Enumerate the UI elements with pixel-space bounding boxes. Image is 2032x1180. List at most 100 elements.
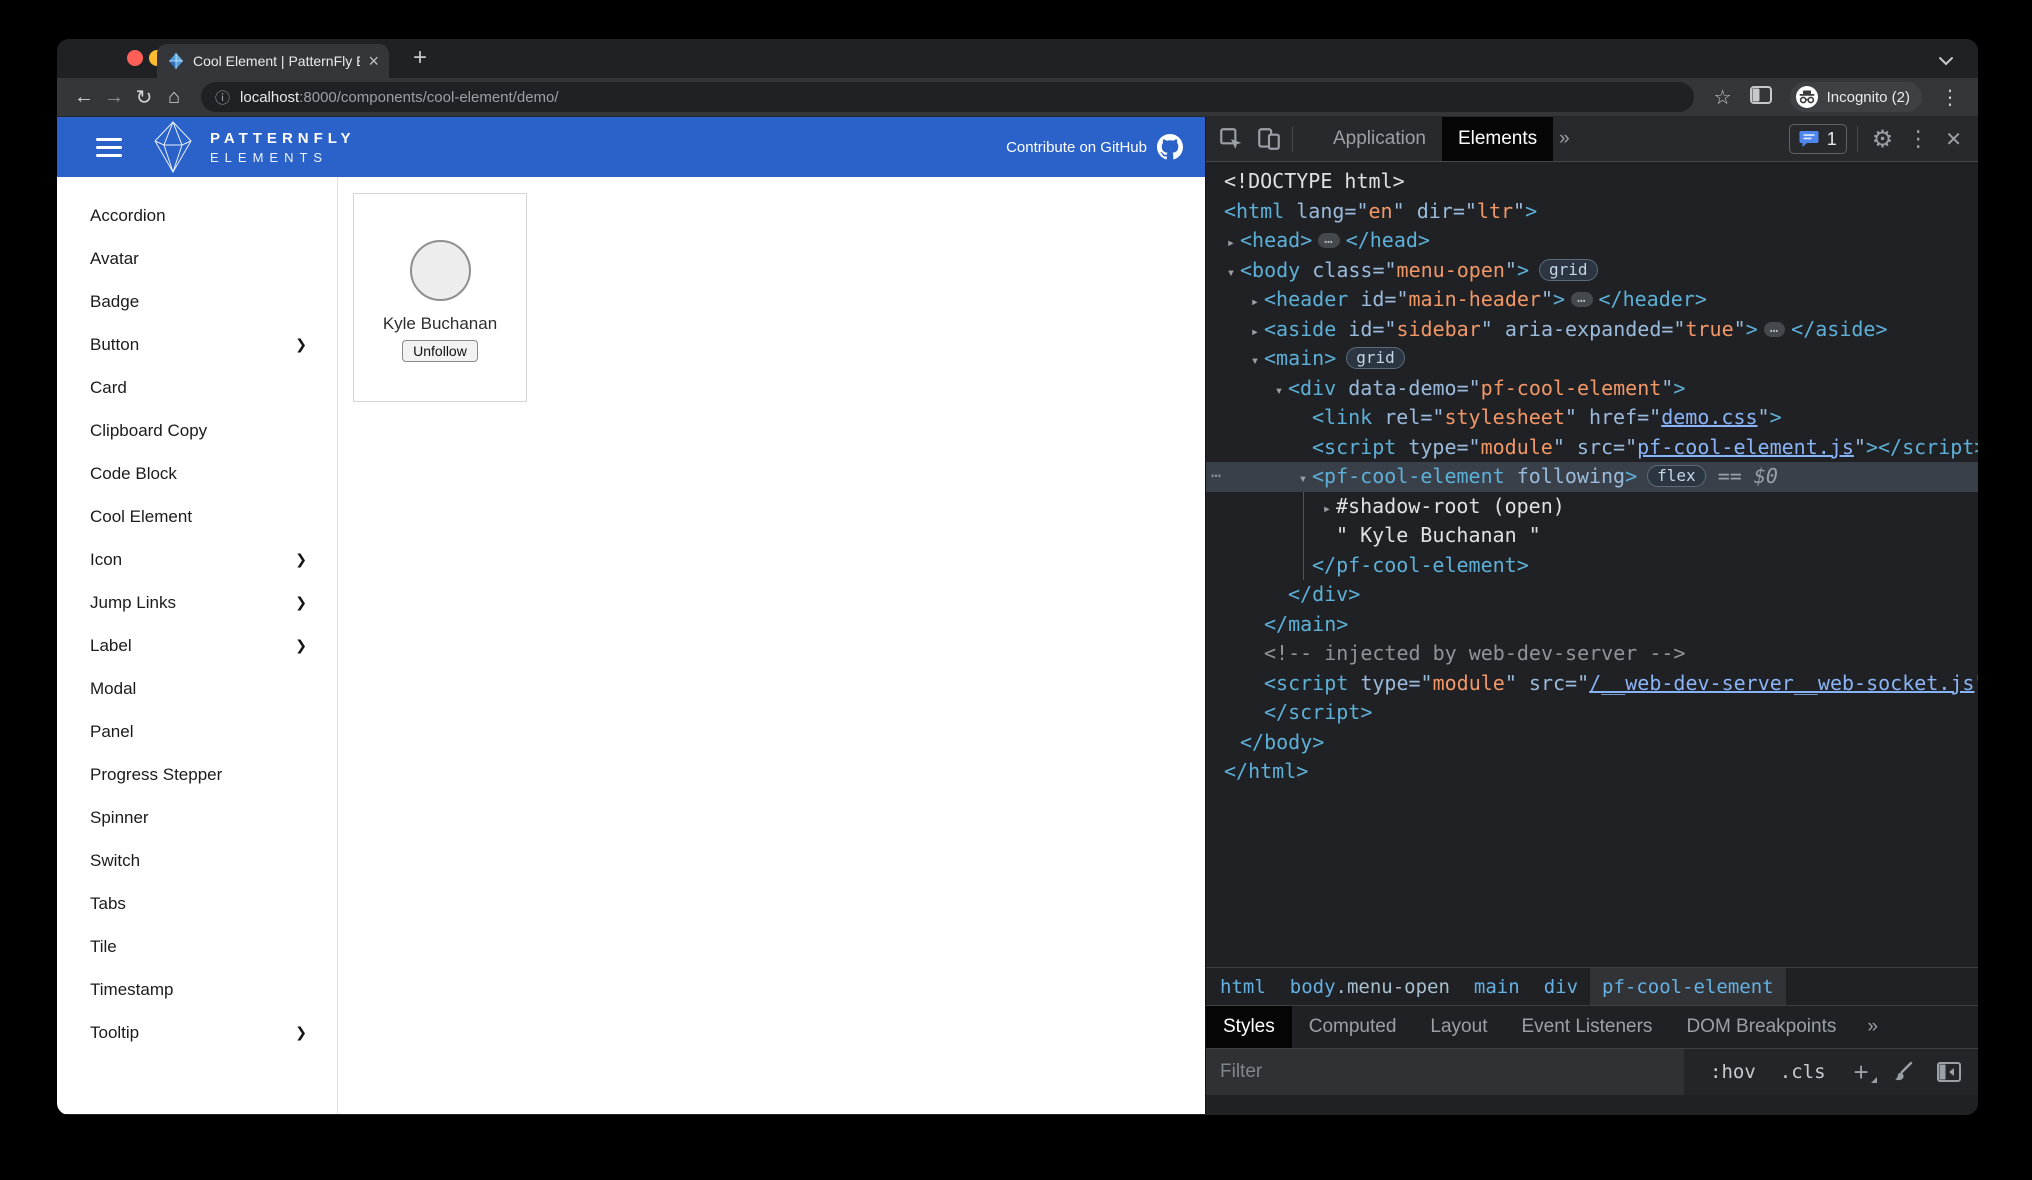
sidebar-item-label: Switch: [90, 851, 140, 871]
tree-disclosure-icon[interactable]: ▸: [1246, 318, 1264, 348]
tree-disclosure-icon[interactable]: ▾: [1294, 465, 1312, 495]
dom-tree-line-19[interactable]: </body>: [1206, 728, 1978, 758]
toggle-class-button[interactable]: .cls: [1780, 1061, 1826, 1083]
sidebar-item-timestamp[interactable]: Timestamp: [57, 968, 337, 1011]
more-panels-icon[interactable]: »: [1559, 128, 1570, 150]
dom-tree-line-9[interactable]: <script type="module" src="pf-cool-eleme…: [1206, 433, 1978, 463]
browser-tab[interactable]: Cool Element | PatternFly Elem ×: [157, 44, 389, 78]
style-filter-input[interactable]: [1206, 1049, 1684, 1095]
sidebar-item-card[interactable]: Card: [57, 366, 337, 409]
breadcrumb-div[interactable]: div: [1532, 968, 1590, 1005]
dom-tree-line-18[interactable]: </script>: [1206, 698, 1978, 728]
sidebar-item-progress-stepper[interactable]: Progress Stepper: [57, 753, 337, 796]
tree-disclosure-icon[interactable]: ▾: [1270, 377, 1288, 407]
url-bar[interactable]: ⓘ localhost:8000/components/cool-element…: [201, 82, 1694, 112]
dom-tree-line-5[interactable]: ▸<aside id="sidebar" aria-expanded="true…: [1206, 315, 1978, 345]
back-button[interactable]: ←: [69, 86, 99, 109]
contribute-github-link[interactable]: Contribute on GitHub: [1006, 134, 1183, 160]
more-styles-tabs-icon[interactable]: »: [1867, 1006, 1878, 1048]
site-info-icon[interactable]: ⓘ: [215, 87, 230, 108]
sidebar-item-badge[interactable]: Badge: [57, 280, 337, 323]
dom-tree-line-7[interactable]: ▾<div data-demo="pf-cool-element">: [1206, 374, 1978, 404]
tab-search-chevron-icon[interactable]: [1938, 53, 1954, 71]
sidebar-item-tooltip[interactable]: Tooltip❯: [57, 1011, 337, 1054]
breadcrumb-main[interactable]: main: [1462, 968, 1532, 1005]
sidebar-item-label: Jump Links: [90, 593, 176, 613]
dom-tree-line-4[interactable]: ▸<header id="main-header">…</header>: [1206, 285, 1978, 315]
dom-tree-line-16[interactable]: <!-- injected by web-dev-server -->: [1206, 639, 1978, 669]
sidebar-item-clipboard-copy[interactable]: Clipboard Copy: [57, 409, 337, 452]
tree-disclosure-icon[interactable]: ▸: [1222, 229, 1240, 259]
side-panel-icon[interactable]: [1750, 86, 1772, 109]
tab-event-listeners[interactable]: Event Listeners: [1504, 1006, 1669, 1048]
tab-application[interactable]: Application: [1317, 117, 1442, 161]
sidebar-item-jump-links[interactable]: Jump Links ❯: [57, 581, 337, 624]
sidebar-item-tabs[interactable]: Tabs: [57, 882, 337, 925]
new-style-rule-button[interactable]: +: [1854, 1059, 1869, 1085]
home-button[interactable]: ⌂: [159, 86, 189, 109]
dom-tree-line-15[interactable]: </main>: [1206, 610, 1978, 640]
tab-styles[interactable]: Styles: [1206, 1006, 1292, 1048]
dom-tree-line-8[interactable]: <link rel="stylesheet" href="demo.css">: [1206, 403, 1978, 433]
sidebar-item-button[interactable]: Button❯: [57, 323, 337, 366]
browser-menu-icon[interactable]: ⋮: [1940, 85, 1960, 110]
sidebar-item-spinner[interactable]: Spinner: [57, 796, 337, 839]
dom-tree-line-14[interactable]: </div>: [1206, 580, 1978, 610]
brush-icon[interactable]: [1891, 1060, 1915, 1084]
tree-disclosure-icon[interactable]: ▸: [1246, 288, 1264, 318]
chevron-right-icon[interactable]: ❯: [295, 336, 307, 353]
dom-tree-line-6[interactable]: ▾<main>grid: [1206, 344, 1978, 374]
sidebar-item-avatar[interactable]: Avatar: [57, 237, 337, 280]
computed-sidebar-toggle-icon[interactable]: [1937, 1062, 1961, 1082]
dom-tree-line-20[interactable]: </html>: [1206, 757, 1978, 787]
sidebar-item-cool-element[interactable]: Cool Element: [57, 495, 337, 538]
dom-tree-line-2[interactable]: ▸<head>…</head>: [1206, 226, 1978, 256]
device-toolbar-icon[interactable]: [1256, 126, 1282, 152]
toggle-element-state-button[interactable]: :hov: [1710, 1061, 1756, 1083]
breadcrumb-body[interactable]: body.menu-open: [1278, 968, 1462, 1005]
sidebar-item-modal[interactable]: Modal: [57, 667, 337, 710]
dom-tree-line-3[interactable]: ▾<body class="menu-open">grid: [1206, 256, 1978, 286]
chevron-right-icon[interactable]: ❯: [295, 1024, 307, 1041]
tab-close-icon[interactable]: ×: [368, 52, 379, 70]
sidebar-item-code-block[interactable]: Code Block: [57, 452, 337, 495]
forward-button[interactable]: →: [99, 86, 129, 109]
settings-gear-icon[interactable]: ⚙: [1872, 125, 1894, 154]
tree-disclosure-icon[interactable]: ▾: [1246, 347, 1264, 377]
sidebar-item-tile[interactable]: Tile: [57, 925, 337, 968]
reload-button[interactable]: ↻: [129, 85, 159, 110]
chevron-right-icon[interactable]: ❯: [295, 637, 307, 654]
sidebar-item-accordion[interactable]: Accordion: [57, 194, 337, 237]
dom-tree-line-12[interactable]: " Kyle Buchanan ": [1206, 521, 1978, 551]
dom-tree-line-13[interactable]: </pf-cool-element>: [1206, 551, 1978, 581]
inspect-element-icon[interactable]: [1218, 126, 1244, 152]
sidebar-item-icon[interactable]: Icon❯: [57, 538, 337, 581]
sidebar-item-label[interactable]: Label❯: [57, 624, 337, 667]
tab-computed[interactable]: Computed: [1292, 1006, 1414, 1048]
dom-tree-line-1[interactable]: <html lang="en" dir="ltr">: [1206, 197, 1978, 227]
chevron-right-icon[interactable]: ❯: [295, 594, 307, 611]
tab-elements[interactable]: Elements: [1442, 117, 1553, 161]
dom-tree-line-11[interactable]: ▸#shadow-root (open): [1206, 492, 1978, 522]
new-tab-button[interactable]: +: [406, 45, 434, 73]
dom-tree-line-10[interactable]: ⋯▾<pf-cool-element following>flex == $0: [1206, 462, 1978, 492]
tab-layout[interactable]: Layout: [1413, 1006, 1504, 1048]
breadcrumb-html[interactable]: html: [1208, 968, 1278, 1005]
unfollow-button[interactable]: Unfollow: [402, 340, 478, 362]
close-window-button[interactable]: [127, 50, 143, 66]
issues-badge[interactable]: 1: [1789, 124, 1847, 154]
tree-disclosure-icon[interactable]: ▸: [1318, 495, 1336, 525]
sidebar-item-switch[interactable]: Switch: [57, 839, 337, 882]
code-token: </head>: [1346, 228, 1430, 252]
chevron-right-icon[interactable]: ❯: [295, 551, 307, 568]
devtools-menu-icon[interactable]: ⋮: [1907, 126, 1929, 152]
devtools-close-icon[interactable]: ✕: [1945, 127, 1962, 152]
dom-tree-line-0[interactable]: <!DOCTYPE html>: [1206, 167, 1978, 197]
tab-dom-breakpoints[interactable]: DOM Breakpoints: [1669, 1006, 1853, 1048]
menu-toggle-button[interactable]: [96, 138, 122, 157]
sidebar-item-panel[interactable]: Panel: [57, 710, 337, 753]
dom-tree-line-17[interactable]: <script type="module" src="/__web-dev-se…: [1206, 669, 1978, 699]
tree-disclosure-icon[interactable]: ▾: [1222, 259, 1240, 289]
bookmark-star-icon[interactable]: ☆: [1714, 85, 1732, 110]
breadcrumb-pf-cool-element[interactable]: pf-cool-element: [1590, 968, 1786, 1005]
